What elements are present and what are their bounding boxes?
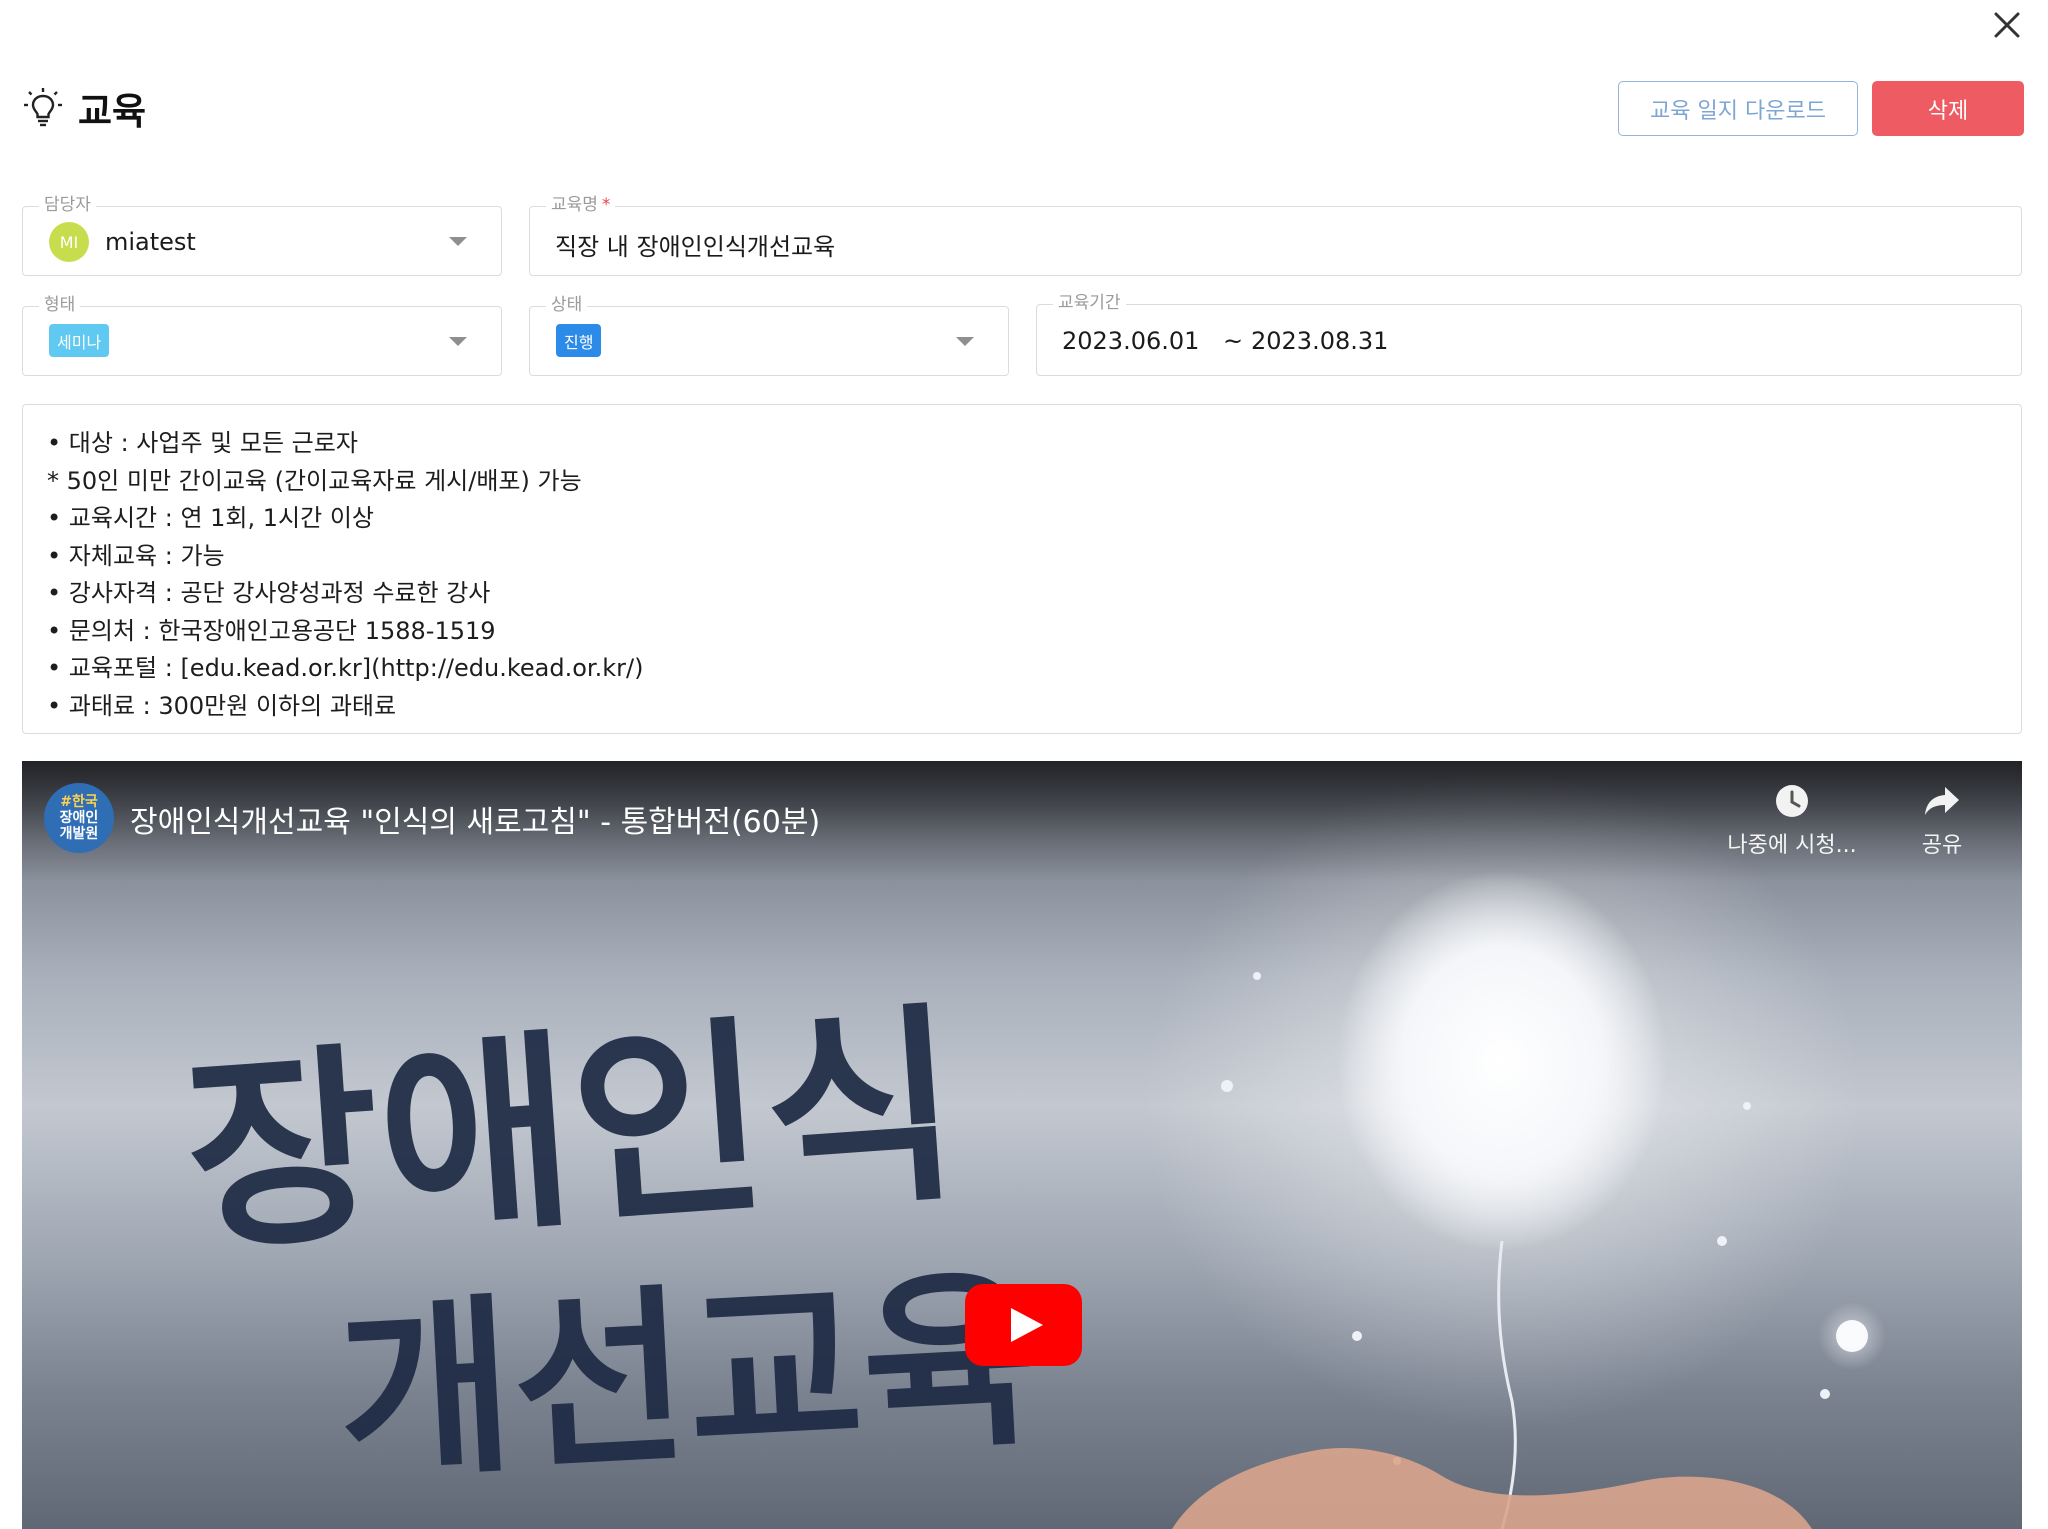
balloon-glow — [1337, 871, 1667, 1251]
sparkle — [1253, 972, 1261, 980]
sparkle — [1820, 1389, 1830, 1399]
share-icon — [1925, 787, 1959, 815]
page-title: 교육 — [78, 90, 147, 133]
type-tag: 세미나 — [49, 324, 110, 357]
channel-logo-line: #한국 — [60, 794, 98, 810]
education-name-value: 직장 내 장애인인식개선교육 — [555, 233, 836, 261]
sparkle — [1717, 1236, 1727, 1246]
chevron-down-icon — [449, 237, 467, 246]
description-line: • 문의처 : 한국장애인고용공단 1588-1519 — [47, 616, 496, 645]
education-name-label: 교육명 * — [546, 194, 616, 216]
period-label: 교육기간 — [1053, 292, 1126, 314]
assignee-value: miatest — [105, 228, 196, 256]
sparkle — [1221, 1080, 1233, 1092]
period-end[interactable]: 2023.08.31 — [1251, 327, 1388, 355]
channel-logo-line: 장애인 — [59, 810, 99, 826]
video-title[interactable]: 장애인식개선교육 "인식의 새로고침" - 통합버전(60분) — [130, 797, 820, 841]
close-icon[interactable] — [1990, 8, 2024, 42]
description-line: • 과태료 : 300만원 이하의 과태료 — [47, 691, 397, 720]
chevron-down-icon — [956, 337, 974, 346]
thumbnail-text-line1: 장애인식 — [178, 981, 966, 1281]
period-separator: ~ — [1223, 327, 1244, 355]
channel-logo-line: 개발원 — [59, 826, 99, 842]
education-name-field[interactable]: 교육명 * 직장 내 장애인인식개선교육 — [529, 194, 2022, 276]
period-range-picker[interactable]: 교육기간 2023.06.01 ~ 2023.08.31 — [1036, 292, 2022, 376]
type-select[interactable]: 형태 세미나 — [22, 294, 502, 376]
description-line: • 교육포털 : [edu.kead.or.kr](http://edu.kea… — [47, 654, 644, 682]
share-button[interactable]: 공유 — [1872, 783, 2012, 859]
description-line: • 교육시간 : 연 1회, 1시간 이상 — [47, 504, 374, 532]
description-line: • 강사자격 : 공단 강사양성과정 수료한 강사 — [47, 579, 491, 607]
download-log-button[interactable]: 교육 일지 다운로드 — [1618, 81, 1858, 136]
sparkle-glow — [1818, 1302, 1886, 1370]
description-box[interactable]: • 대상 : 사업주 및 모든 근로자 * 50인 미만 간이교육 (간이교육자… — [22, 404, 2022, 734]
assignee-select[interactable]: 담당자 MI miatest — [22, 194, 502, 276]
avatar: MI — [49, 222, 89, 262]
type-label: 형태 — [39, 294, 81, 316]
lightbulb-icon — [24, 88, 62, 127]
video-player[interactable]: 장애인식 개선교육 #한국 장애인 개발원 장애인식개선교육 "인식의 새로고침… — [22, 761, 2022, 1529]
clock-icon — [1776, 785, 1808, 817]
hands-illustration — [1172, 1448, 1812, 1529]
status-select[interactable]: 상태 진행 — [529, 294, 1009, 376]
description-line: * 50인 미만 간이교육 (간이교육자료 게시/배포) 가능 — [47, 466, 582, 495]
chevron-down-icon — [449, 337, 467, 346]
watch-later-label: 나중에 시청... — [1727, 833, 1857, 858]
youtube-play-icon[interactable] — [965, 1284, 1082, 1366]
delete-button[interactable]: 삭제 — [1872, 81, 2024, 136]
status-badge: 진행 — [556, 324, 602, 357]
assignee-label: 담당자 — [39, 194, 96, 216]
thumbnail-text-line2: 개선교육 — [333, 1247, 1043, 1506]
watch-later-button[interactable]: 나중에 시청... — [1722, 783, 1862, 859]
required-mark: * — [601, 195, 611, 215]
description-line: • 자체교육 : 가능 — [47, 541, 225, 570]
channel-avatar[interactable]: #한국 장애인 개발원 — [44, 783, 114, 853]
share-label: 공유 — [1921, 833, 1963, 858]
sparkle — [1352, 1331, 1362, 1341]
period-start[interactable]: 2023.06.01 — [1062, 327, 1199, 355]
page-header: 교육 — [22, 80, 146, 136]
description-line: • 대상 : 사업주 및 모든 근로자 — [47, 429, 358, 457]
status-label: 상태 — [546, 294, 588, 316]
sparkle — [1743, 1102, 1751, 1110]
